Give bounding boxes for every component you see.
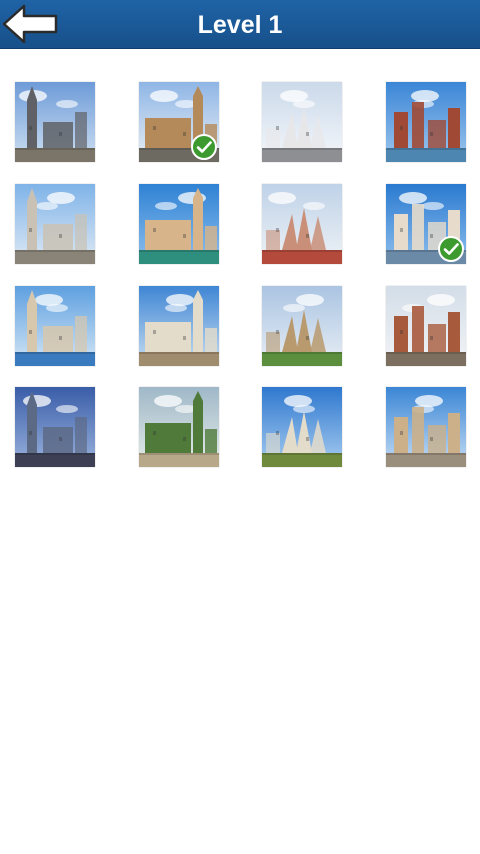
landmark-photo — [262, 387, 342, 467]
landmark-photo — [15, 184, 95, 264]
level-photo-tile[interactable] — [386, 184, 466, 264]
checkmark-icon — [438, 236, 464, 262]
level-photo-tile[interactable] — [262, 82, 342, 162]
checkmark-icon — [191, 134, 217, 160]
page-title: Level 1 — [197, 11, 283, 39]
landmark-photo — [15, 387, 95, 467]
level-photo-tile[interactable] — [139, 184, 219, 264]
landmark-photo — [262, 82, 342, 162]
landmark-photo — [262, 286, 342, 366]
level-photo-tile[interactable] — [139, 387, 219, 467]
landmark-photo — [262, 184, 342, 264]
landmark-photo — [386, 387, 466, 467]
header-bar: Level 1 — [0, 0, 480, 49]
level-photo-tile[interactable] — [262, 387, 342, 467]
level-photo-tile[interactable] — [262, 184, 342, 264]
level-photo-tile[interactable] — [262, 286, 342, 366]
level-photo-tile[interactable] — [15, 184, 95, 264]
landmark-photo — [139, 184, 219, 264]
landmark-photo — [139, 387, 219, 467]
landmark-photo — [15, 286, 95, 366]
level-photo-tile[interactable] — [386, 387, 466, 467]
landmark-photo — [386, 286, 466, 366]
level-photo-tile[interactable] — [15, 286, 95, 366]
level-photo-tile[interactable] — [139, 286, 219, 366]
level-photo-tile[interactable] — [15, 387, 95, 467]
level-photo-tile[interactable] — [386, 286, 466, 366]
level-photo-grid — [15, 82, 466, 472]
landmark-photo — [15, 82, 95, 162]
level-photo-tile[interactable] — [386, 82, 466, 162]
landmark-photo — [386, 82, 466, 162]
level-photo-tile[interactable] — [15, 82, 95, 162]
landmark-photo — [139, 286, 219, 366]
level-photo-tile[interactable] — [139, 82, 219, 162]
